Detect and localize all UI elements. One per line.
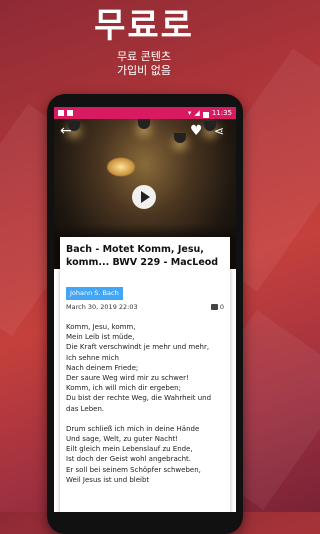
post-title: Bach - Motet Komm, Jesu, komm... BWV 229… <box>66 244 219 268</box>
status-right: ▾ ◢ 11:35 <box>188 107 232 119</box>
battery-icon <box>202 111 209 118</box>
promo-line-2: 가입비 없음 <box>116 64 172 77</box>
lyric-line: Mein Leib ist müde, <box>66 333 135 342</box>
lyric-line: Er soll bei seinem Schöpfer schweben, <box>66 465 201 474</box>
lamp <box>138 119 150 129</box>
post-card: Bach - Motet Komm, Jesu, komm... BWV 229… <box>60 237 230 512</box>
category-tag[interactable]: Johann S. Bach <box>66 287 123 300</box>
lyric-line: Komm, Jesu, komm, <box>66 323 136 331</box>
promo-title: 무료로 <box>94 6 194 46</box>
lyric-line: Die Kraft verschwindt je mehr und mehr, <box>66 343 210 352</box>
lyric-line: Weil Jesus ist und bleibt <box>66 475 150 484</box>
lyric-line: Nach deinem Friede; <box>66 363 139 372</box>
notification-icon <box>67 110 73 116</box>
comment-count-value: 0 <box>219 303 224 311</box>
play-icon[interactable] <box>132 185 156 209</box>
status-bar: ▾ ◢ 11:35 <box>54 107 236 119</box>
promo-line-1: 무료 콘텐츠 <box>116 50 172 63</box>
heart-icon[interactable]: ♥ <box>190 123 203 139</box>
lyric-line: Drum schließ ich mich in deine Hände <box>66 424 200 433</box>
lyric-line: Und sage, Welt, zu guter Nacht! <box>66 435 179 444</box>
wifi-icon: ▾ <box>187 109 192 117</box>
stanza-break <box>66 414 226 424</box>
chandelier-light <box>106 157 136 177</box>
lyric-line: Komm, ich will mich dir ergeben; <box>66 384 181 393</box>
signal-icon: ◢ <box>194 109 200 117</box>
lyric-line: Ist doch der Geist wohl angebracht. <box>66 455 192 464</box>
lyric-line: Der saure Weg wird mir zu schwer! <box>66 374 189 383</box>
post-date: March 30, 2019 22:03 <box>66 303 138 311</box>
share-icon[interactable]: ⋖ <box>214 123 224 139</box>
lyric-line: Eilt gleich mein Lebenslauf zu Ende, <box>66 445 193 454</box>
notification-icon <box>58 110 64 116</box>
comment-icon <box>210 304 218 310</box>
lyric-line: das Leben. <box>66 404 105 413</box>
back-arrow-icon[interactable]: ← <box>60 123 72 139</box>
lyrics-text: Komm, Jesu, komm, Mein Leib ist müde, Di… <box>66 322 226 485</box>
promo-subtitle: 무료 콘텐츠 가입비 없음 <box>0 50 288 78</box>
lyric-line: Du bist der rechte Weg, die Wahrheit und <box>66 394 212 403</box>
phone-screen: ▾ ◢ 11:35 ← ♥ ⋖ Bach - Motet Komm, Jesu,… <box>54 107 236 512</box>
notification-icons <box>58 107 73 116</box>
lamp <box>174 133 186 143</box>
lyric-line: Ich sehne mich <box>66 353 119 362</box>
comment-count[interactable]: 0 <box>210 303 224 311</box>
status-time: 11:35 <box>211 109 232 117</box>
